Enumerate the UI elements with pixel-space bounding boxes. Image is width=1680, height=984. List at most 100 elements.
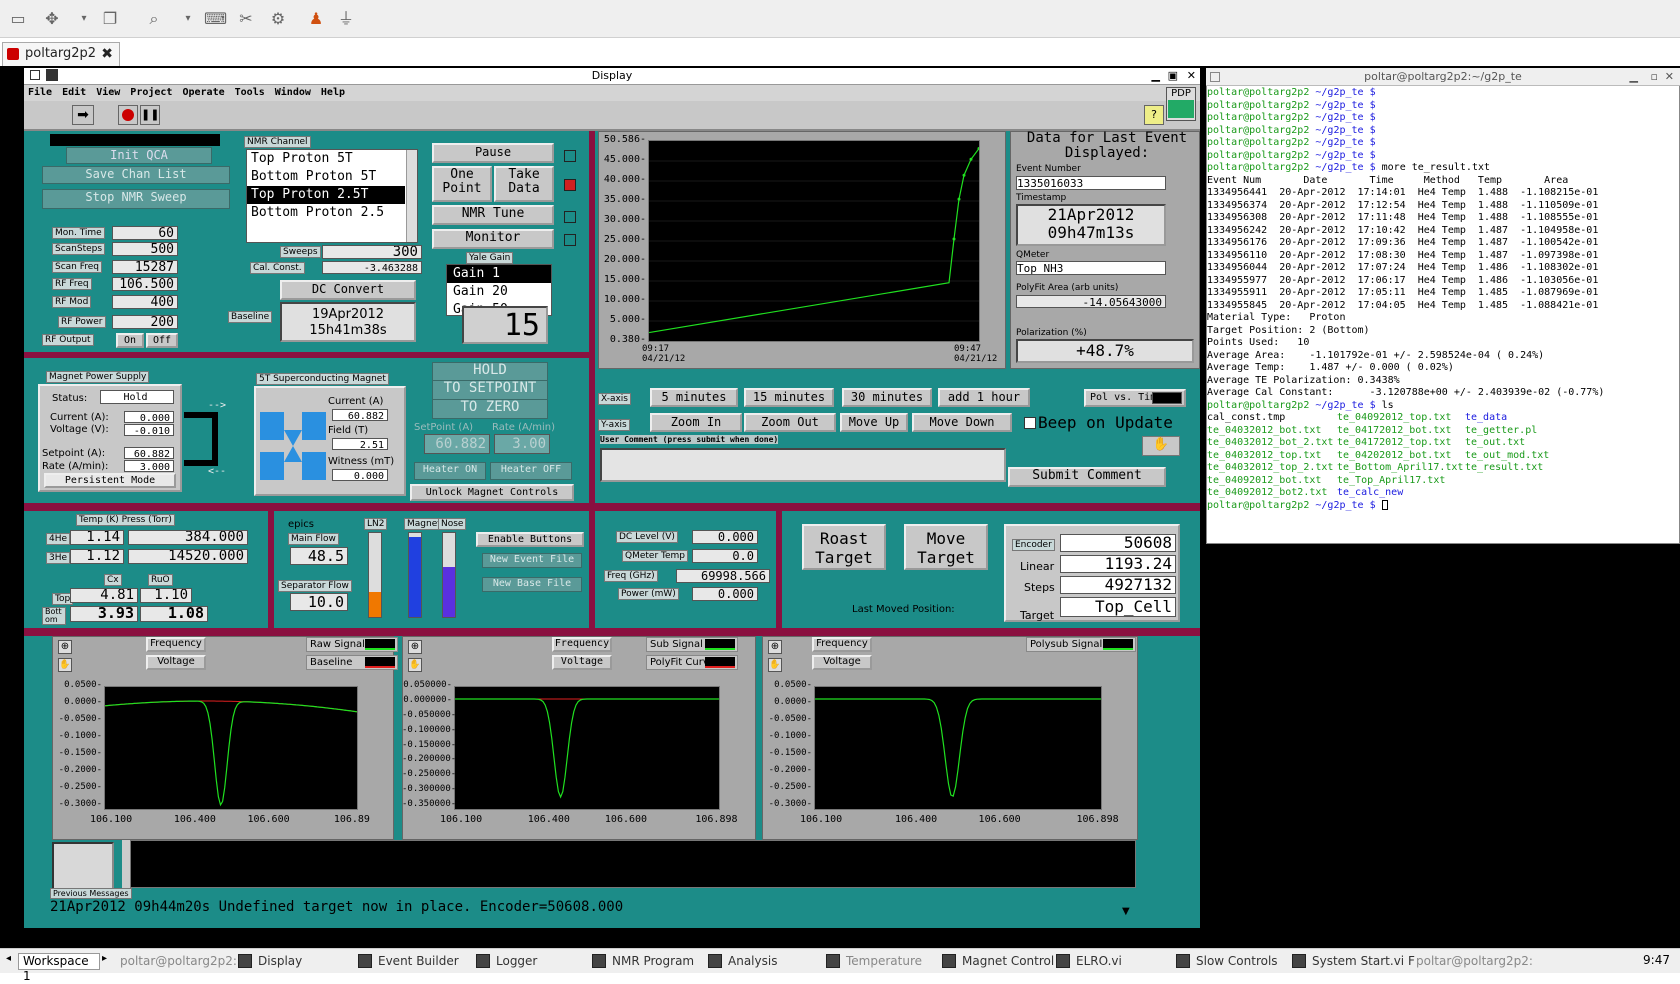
window-icon[interactable]: ▭ <box>8 9 28 29</box>
heater-on-button[interactable]: Heater ON <box>414 462 486 480</box>
file-entry[interactable]: te_04092012_bot2.txt <box>1207 487 1327 500</box>
psu-setpoint-field[interactable]: 60.882 <box>124 447 174 459</box>
zoom-icon[interactable]: ⊕ <box>408 640 422 654</box>
x-axis-button[interactable]: 15 minutes <box>744 388 834 407</box>
file-entry[interactable]: cal_const.tmp <box>1207 412 1285 425</box>
stop-nmr-sweep-button[interactable]: Stop NMR Sweep <box>42 189 230 209</box>
file-entry[interactable]: te_04172012_top.txt <box>1337 437 1451 450</box>
heater-off-button[interactable]: Heater OFF <box>490 462 572 480</box>
keyboard-icon[interactable]: ⌨ <box>204 9 227 29</box>
move-icon[interactable]: ✥ <box>42 9 62 29</box>
y-axis-button[interactable]: Zoom In <box>650 413 742 432</box>
settings-icon[interactable]: ⚙ <box>268 9 288 29</box>
y-axis-button[interactable]: Move Up <box>840 413 908 432</box>
file-entry[interactable]: te_result.txt <box>1465 462 1543 475</box>
taskbar-item[interactable]: Analysis <box>706 952 820 971</box>
taskbar-item[interactable]: Magnet Control <box>940 952 1054 971</box>
file-entry[interactable]: te_04092012_bot.txt <box>1207 475 1321 488</box>
frequency-selector[interactable]: Frequency <box>146 637 206 652</box>
sweeps-field[interactable]: 300 <box>322 245 422 259</box>
file-entry[interactable]: te_04092012_top.txt <box>1337 412 1451 425</box>
menu-bar[interactable]: File Edit View Project Operate Tools Win… <box>24 85 1200 101</box>
init-qca-button[interactable]: Init QCA <box>66 147 212 164</box>
list-item[interactable]: Top Proton 5T <box>247 150 405 168</box>
scrollbar[interactable] <box>406 150 417 242</box>
beep-checkbox[interactable] <box>1024 417 1036 429</box>
terminal-output[interactable]: poltar@poltarg2p2 ~/g2p_te $ poltar@polta… <box>1207 87 1679 542</box>
minimize-icon[interactable]: ▁ <box>1630 68 1638 86</box>
file-entry[interactable]: te_data <box>1465 412 1507 425</box>
list-item[interactable]: Bottom Proton 2.5 <box>247 204 405 222</box>
hand-icon[interactable]: ✋ <box>408 658 422 672</box>
x-axis-button[interactable]: 30 minutes <box>842 388 932 407</box>
nmr-tune-button[interactable]: NMR Tune <box>432 205 554 225</box>
one-point-button[interactable]: One Point <box>432 166 492 202</box>
taskbar-item[interactable]: Display <box>236 952 352 971</box>
monitor-button[interactable]: Monitor <box>432 229 554 249</box>
hand-icon[interactable]: ✋ <box>768 658 782 672</box>
chevron-down-icon[interactable]: ▾ <box>178 9 198 29</box>
frequency-selector[interactable]: Frequency <box>812 637 872 652</box>
new-event-file-button[interactable]: New Event File <box>482 553 582 568</box>
take-data-button[interactable]: Take Data <box>494 166 554 202</box>
file-entry[interactable]: te_Bottom_April17.txt <box>1337 462 1463 475</box>
window-menu-icon[interactable] <box>30 70 40 80</box>
hand-icon[interactable]: ✋ <box>58 658 72 672</box>
param-field[interactable]: 500 <box>112 242 178 256</box>
list-item[interactable]: Bottom Proton 5T <box>247 168 405 186</box>
file-entry[interactable]: te_04032012_top.txt <box>1207 450 1321 463</box>
file-entry[interactable]: te_04202012_bot.txt <box>1337 450 1451 463</box>
file-entry[interactable]: te_Top_April17.txt <box>1337 475 1445 488</box>
plug-icon[interactable]: ⏚ <box>336 9 356 29</box>
close-icon[interactable]: ✕ <box>1665 68 1674 86</box>
comment-input[interactable] <box>600 448 1006 482</box>
pause-button[interactable]: Pause <box>432 143 554 163</box>
submit-comment-button[interactable]: Submit Comment <box>1008 467 1166 487</box>
workspace-switcher[interactable]: Workspace 1 <box>18 953 100 983</box>
file-entry[interactable]: te_out_mod.txt <box>1465 450 1549 463</box>
to-zero-button[interactable]: TO ZERO <box>432 399 548 419</box>
y-axis-button[interactable]: Move Down <box>912 413 1012 432</box>
grab-icon[interactable]: ✋ <box>1142 436 1180 456</box>
zoom-icon[interactable]: ⊕ <box>58 640 72 654</box>
file-entry[interactable]: te_04032012_bot_2.txt <box>1207 437 1333 450</box>
taskbar-item[interactable]: Logger <box>474 952 586 971</box>
hold-button[interactable]: HOLD <box>432 362 548 382</box>
move-target-button[interactable]: Move Target <box>904 524 988 570</box>
help-icon[interactable]: ? <box>1144 105 1164 125</box>
frequency-selector[interactable]: Frequency <box>552 637 612 652</box>
to-setpoint-button[interactable]: TO SETPOINT <box>432 380 548 400</box>
file-entry[interactable]: te_out.txt <box>1465 437 1525 450</box>
minimize-icon[interactable]: ▁ <box>1152 68 1160 84</box>
splitter-handle[interactable] <box>122 840 130 888</box>
list-item[interactable]: Top Proton 2.5T <box>247 186 405 204</box>
tools-icon[interactable]: ✂ <box>236 9 256 29</box>
search-icon[interactable]: ⌕ <box>144 9 164 29</box>
file-entry[interactable]: te_04032012_top_2.txt <box>1207 462 1333 475</box>
tab-session[interactable]: poltarg2p2 ✖ <box>2 42 120 66</box>
param-field[interactable]: 60 <box>112 226 178 240</box>
abort-icon[interactable] <box>118 105 138 125</box>
unlock-magnet-button[interactable]: Unlock Magnet Controls <box>410 484 574 501</box>
param-field[interactable]: 15287 <box>112 260 178 274</box>
file-entry[interactable]: te_calc_new <box>1337 487 1403 500</box>
roast-target-button[interactable]: Roast Target <box>802 524 886 570</box>
rf-off-button[interactable]: Off <box>146 333 178 348</box>
previous-messages-box[interactable] <box>52 842 114 890</box>
taskbar-item[interactable]: System Start.vi F <box>1290 952 1415 971</box>
psu-rate-field[interactable]: 3.000 <box>124 460 174 472</box>
param-field[interactable]: 200 <box>112 315 178 329</box>
voltage-selector[interactable]: Voltage <box>812 655 872 670</box>
copy-icon[interactable]: ❐ <box>100 9 120 29</box>
joystick-icon[interactable]: ♟ <box>306 9 326 29</box>
x-axis-button[interactable]: 5 minutes <box>650 388 738 407</box>
voltage-selector[interactable]: Voltage <box>146 655 206 670</box>
voltage-selector[interactable]: Voltage <box>552 655 612 670</box>
taskbar-item[interactable]: Event Builder <box>356 952 470 971</box>
window-menu-icon[interactable] <box>1210 72 1220 82</box>
chevron-down-icon[interactable]: ▾ <box>74 9 94 29</box>
maximize-icon[interactable]: ▣ <box>1168 68 1178 84</box>
gain-item[interactable]: Gain 1 <box>447 265 551 283</box>
taskbar-item[interactable]: ELRO.vi <box>1054 952 1170 971</box>
nmr-channel-list[interactable]: Top Proton 5T Bottom Proton 5T Top Proton … <box>246 149 418 243</box>
